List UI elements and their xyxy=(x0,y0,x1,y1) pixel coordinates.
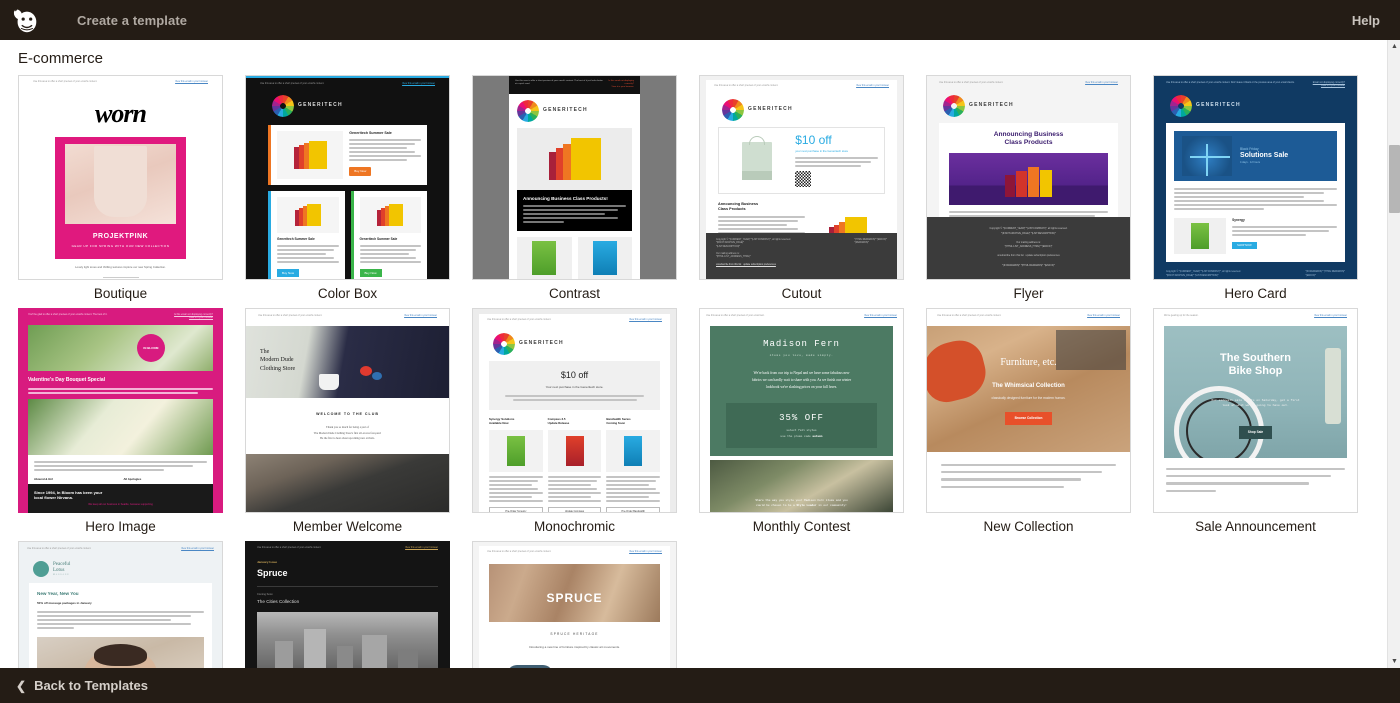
back-to-templates-button[interactable]: ❮ Back to Templates xyxy=(16,678,148,693)
bottom-action-bar: ❮ Back to Templates xyxy=(0,668,1400,703)
template-card-monthly-contest[interactable]: Use this area to offer a short preview o… xyxy=(699,308,926,541)
template-grid-scroll-area[interactable]: E-commerce Use this area to offer a shor… xyxy=(0,40,1389,668)
template-thumbnail[interactable]: Use this area to offer a short preview o… xyxy=(472,541,677,668)
scroll-up-arrow-icon[interactable]: ▲ xyxy=(1388,40,1400,53)
template-thumbnail[interactable]: Use this area to offer a short preview o… xyxy=(245,75,450,280)
template-label: Monochromic xyxy=(472,513,677,541)
template-card-sale-announcement[interactable]: We're gearing up for the season.View thi… xyxy=(1153,308,1380,541)
template-card-color-box[interactable]: Use this area to offer a short preview o… xyxy=(245,75,472,308)
template-card-spruce-dark[interactable]: Use this area to offer a short preview o… xyxy=(245,541,472,668)
template-thumbnail[interactable]: Use this area to offer a short preview o… xyxy=(926,75,1131,280)
template-card-hero-image[interactable]: You'll be glad to offer a short preview … xyxy=(18,308,245,541)
help-link[interactable]: Help xyxy=(1352,13,1380,28)
template-label: Flyer xyxy=(926,280,1131,308)
mailchimp-logo[interactable] xyxy=(0,0,52,40)
template-label: Member Welcome xyxy=(245,513,450,541)
template-label: Hero Image xyxy=(18,513,223,541)
page-title: Create a template xyxy=(77,13,187,28)
template-thumbnail[interactable]: Use this area to offer a short preview o… xyxy=(472,75,677,280)
template-thumbnail[interactable]: Use this area to offer a short preview o… xyxy=(699,308,904,513)
template-thumbnail[interactable]: We're gearing up for the season.View thi… xyxy=(1153,308,1358,513)
template-card-contrast[interactable]: Use this area to offer a short preview o… xyxy=(472,75,699,308)
template-card-flyer[interactable]: Use this area to offer a short preview o… xyxy=(926,75,1153,308)
template-label: Contrast xyxy=(472,280,677,308)
section-heading: E-commerce xyxy=(18,50,1389,67)
template-card-cutout[interactable]: Use this area to offer a short preview o… xyxy=(699,75,926,308)
template-grid: Use this area to offer a short preview o… xyxy=(18,75,1389,668)
vertical-scrollbar[interactable]: ▲ ▼ xyxy=(1387,40,1400,668)
template-label: Color Box xyxy=(245,280,450,308)
template-thumbnail[interactable]: Use this area to offer a short preview o… xyxy=(18,541,223,668)
template-card-peaceful-lotus[interactable]: Use this area to offer a short preview o… xyxy=(18,541,245,668)
back-to-templates-label: Back to Templates xyxy=(34,678,148,693)
template-label: Monthly Contest xyxy=(699,513,904,541)
template-label: Hero Card xyxy=(1153,280,1358,308)
template-thumbnail[interactable]: Use this area to offer a short preview o… xyxy=(472,308,677,513)
top-navigation-bar: Create a template Help xyxy=(0,0,1400,40)
template-card-boutique[interactable]: Use this area to offer a short preview o… xyxy=(18,75,245,308)
scroll-down-arrow-icon[interactable]: ▼ xyxy=(1388,655,1400,668)
chevron-left-icon: ❮ xyxy=(16,679,26,693)
template-thumbnail[interactable]: Use this area to offer a short preview o… xyxy=(699,75,904,280)
template-card-spruce-heritage[interactable]: Use this area to offer a short preview o… xyxy=(472,541,699,668)
template-card-hero-card[interactable]: Use this area to offer a short preview o… xyxy=(1153,75,1380,308)
template-thumbnail[interactable]: Use this area to offer a short preview o… xyxy=(1153,75,1358,280)
template-thumbnail[interactable]: Use this area to offer a short preview o… xyxy=(245,308,450,513)
template-label: New Collection xyxy=(926,513,1131,541)
template-label: Cutout xyxy=(699,280,904,308)
template-card-monochromic[interactable]: Use this area to offer a short preview o… xyxy=(472,308,699,541)
mailchimp-freddie-icon xyxy=(11,5,41,35)
template-thumbnail[interactable]: You'll be glad to offer a short preview … xyxy=(18,308,223,513)
template-thumbnail[interactable]: Use this area to offer a short preview o… xyxy=(18,75,223,280)
template-card-new-collection[interactable]: Use this area to offer a short preview o… xyxy=(926,308,1153,541)
scrollbar-thumb[interactable] xyxy=(1389,145,1400,213)
template-thumbnail[interactable]: Use this area to offer a short preview o… xyxy=(926,308,1131,513)
template-card-member-welcome[interactable]: Use this area to offer a short preview o… xyxy=(245,308,472,541)
template-label: Boutique xyxy=(18,280,223,308)
template-chooser-page: Create a template Help E-commerce Use th… xyxy=(0,0,1400,703)
template-thumbnail[interactable]: Use this area to offer a short preview o… xyxy=(245,541,450,668)
template-label: Sale Announcement xyxy=(1153,513,1358,541)
